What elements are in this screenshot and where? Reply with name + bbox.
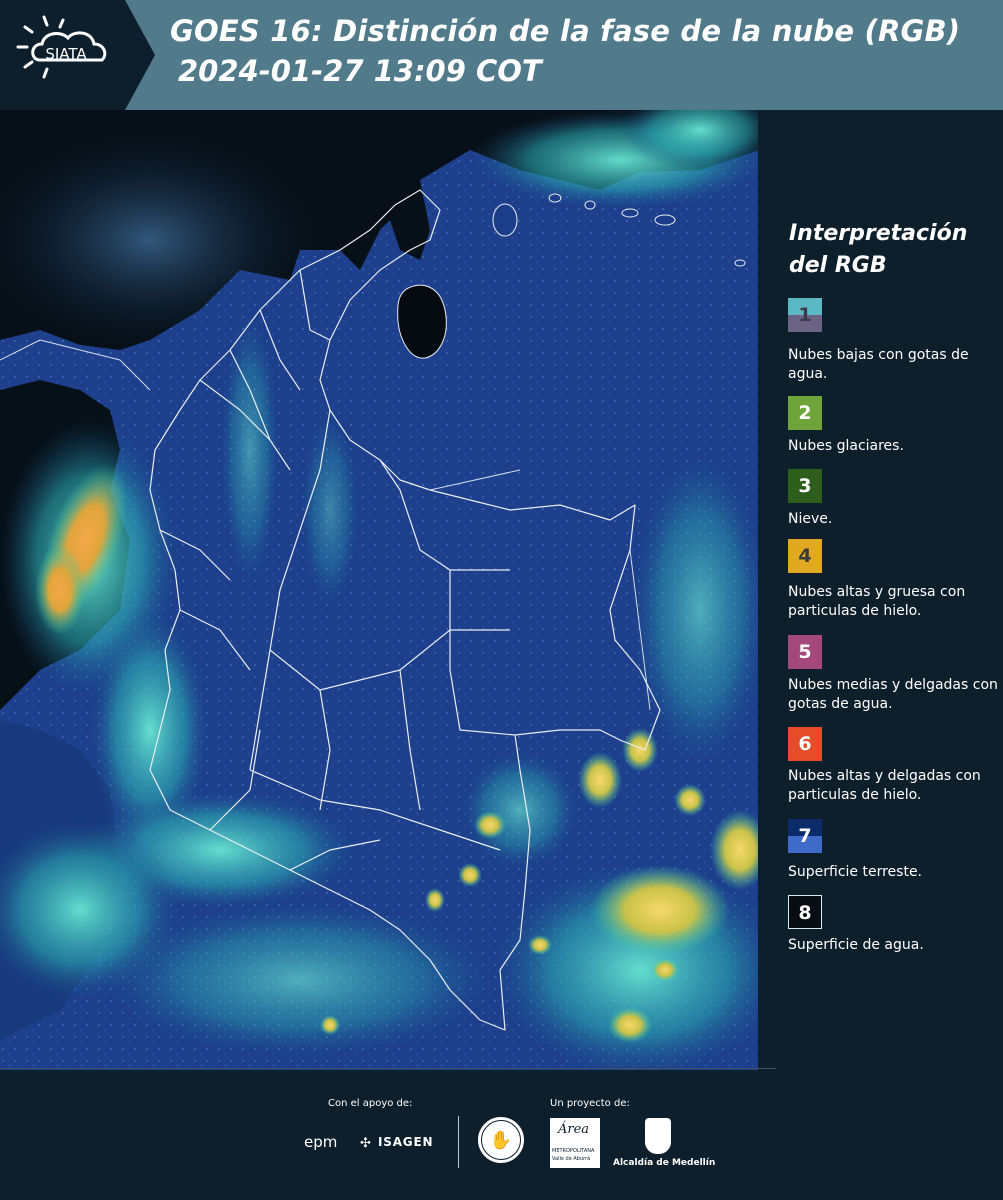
legend-swatch-3: 3 bbox=[788, 469, 822, 503]
legend-swatch-5: 5 bbox=[788, 635, 822, 669]
legend-swatch-2: 2 bbox=[788, 396, 822, 430]
area-sub2: Valle de Aburrá bbox=[552, 1156, 591, 1162]
logo-text: SIATA bbox=[45, 45, 87, 63]
legend-label-2: Nubes glaciares. bbox=[788, 438, 904, 454]
project-label: Un proyecto de: bbox=[550, 1098, 630, 1109]
legend-label-7: Superficie terreste. bbox=[788, 864, 923, 880]
epm-logo[interactable]: epm bbox=[304, 1133, 337, 1151]
support-label: Con el apoyo de: bbox=[328, 1098, 413, 1109]
seal-icon[interactable]: ✋ bbox=[478, 1117, 524, 1163]
legend-title-line1: Interpretación bbox=[789, 221, 968, 246]
area-script: Área bbox=[558, 1122, 590, 1137]
legend-label-6: Nubes altas y delgadas con particulas de… bbox=[788, 768, 981, 803]
satellite-map[interactable] bbox=[0, 110, 758, 1070]
legend-label-8: Superficie de agua. bbox=[788, 937, 924, 953]
area-sub1: METROPOLITANA bbox=[552, 1148, 595, 1154]
legend-title-line2: del RGB bbox=[789, 253, 887, 278]
timestamp: 2024-01-27 13:09 COT bbox=[178, 54, 542, 88]
legend-panel: Interpretación del RGB 1 Nubes bajas con… bbox=[762, 110, 1003, 1070]
footer-divider bbox=[0, 1068, 776, 1069]
alcaldia-shield-icon bbox=[645, 1118, 671, 1154]
alcaldia-logo[interactable]: Alcaldía de Medellín bbox=[613, 1158, 715, 1168]
area-metropolitana-logo[interactable]: Área METROPOLITANA Valle de Aburrá bbox=[550, 1118, 600, 1168]
isagen-mark-icon: ✣ bbox=[360, 1136, 371, 1151]
legend-swatch-4: 4 bbox=[788, 539, 822, 573]
isagen-logo[interactable]: ISAGEN bbox=[378, 1135, 433, 1149]
page-title: GOES 16: Distinción de la fase de la nub… bbox=[170, 14, 961, 48]
footer-separator bbox=[458, 1116, 459, 1168]
legend-label-4: Nubes altas y gruesa con particulas de h… bbox=[788, 584, 966, 619]
legend-swatch-1: 1 bbox=[788, 298, 822, 332]
legend-label-5: Nubes medias y delgadas con gotas de agu… bbox=[788, 677, 998, 712]
legend-swatch-6: 6 bbox=[788, 727, 822, 761]
legend-swatch-7: 7 bbox=[788, 819, 822, 853]
legend-label-3: Nieve. bbox=[788, 511, 833, 527]
legend-label-1: Nubes bajas con gotas de agua. bbox=[788, 347, 969, 382]
legend-title: Interpretación del RGB bbox=[789, 218, 989, 282]
legend-swatch-8: 8 bbox=[788, 895, 822, 929]
siata-logo[interactable]: SIATA bbox=[0, 0, 160, 110]
header-bar: SIATA GOES 16: Distinción de la fase de … bbox=[0, 0, 1003, 110]
